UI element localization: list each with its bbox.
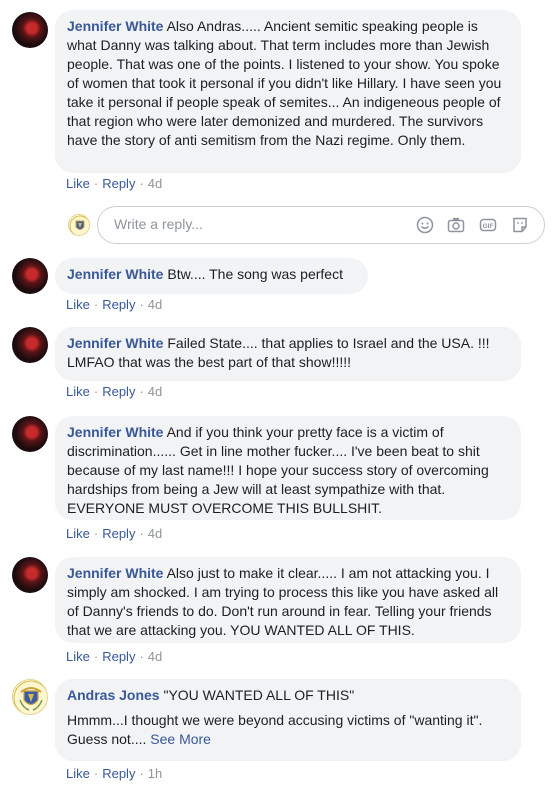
comment-author[interactable]: Jennifer White: [67, 424, 163, 440]
comment-author[interactable]: Jennifer White: [67, 18, 163, 34]
timestamp[interactable]: 4d: [148, 649, 162, 664]
comment-actions: Like · Reply · 4d: [66, 526, 163, 541]
previous-content-edge: [55, 0, 520, 2]
avatar[interactable]: [12, 12, 48, 48]
crest-icon: [13, 680, 47, 714]
like-link[interactable]: Like: [66, 176, 90, 191]
comment-bubble: Jennifer White And if you think your pre…: [55, 416, 521, 520]
comment-text: Btw.... The song was perfect: [167, 266, 343, 282]
reply-link[interactable]: Reply: [102, 649, 135, 664]
comment-text: Also Andras..... Ancient semitic speakin…: [67, 18, 502, 148]
sticker-icon[interactable]: [510, 215, 530, 235]
comment-actions: Like · Reply · 4d: [66, 297, 163, 312]
like-link[interactable]: Like: [66, 297, 90, 312]
gif-icon[interactable]: GIF: [478, 215, 498, 235]
avatar[interactable]: [12, 416, 48, 452]
comment-bubble: Jennifer White Also Andras..... Ancient …: [55, 10, 521, 173]
reply-link[interactable]: Reply: [102, 526, 135, 541]
reply-composer[interactable]: GIF: [97, 206, 545, 244]
comment-bubble: Jennifer White Btw.... The song was perf…: [55, 258, 368, 294]
timestamp[interactable]: 4d: [148, 384, 162, 399]
comment-actions: Like · Reply · 4d: [66, 384, 163, 399]
comment-author[interactable]: Andras Jones: [67, 687, 160, 703]
timestamp[interactable]: 4d: [148, 297, 162, 312]
comment-bubble: Andras Jones "YOU WANTED ALL OF THIS" Hm…: [55, 679, 521, 761]
reply-link[interactable]: Reply: [102, 176, 135, 191]
comment-actions: Like · Reply · 4d: [66, 649, 163, 664]
current-user-avatar: [68, 214, 90, 236]
comment-author[interactable]: Jennifer White: [67, 565, 163, 581]
comment-actions: Like · Reply · 1h: [66, 766, 163, 781]
reply-link[interactable]: Reply: [102, 384, 135, 399]
like-link[interactable]: Like: [66, 384, 90, 399]
avatar[interactable]: [12, 327, 48, 363]
comment-text-continued: Hmmm...I thought we were beyond accusing…: [67, 712, 483, 747]
timestamp[interactable]: 4d: [148, 526, 162, 541]
like-link[interactable]: Like: [66, 526, 90, 541]
like-link[interactable]: Like: [66, 766, 90, 781]
timestamp[interactable]: 4d: [148, 176, 162, 191]
avatar[interactable]: [12, 258, 48, 294]
comment-author[interactable]: Jennifer White: [67, 266, 163, 282]
comment-text: "YOU WANTED ALL OF THIS": [163, 687, 355, 703]
crest-icon: [69, 215, 89, 235]
timestamp[interactable]: 1h: [148, 766, 162, 781]
reply-link[interactable]: Reply: [102, 297, 135, 312]
emoji-icon[interactable]: [415, 215, 435, 235]
reply-link[interactable]: Reply: [102, 766, 135, 781]
comment-actions: Like · Reply · 4d: [66, 176, 163, 191]
comment-bubble: Jennifer White Failed State.... that app…: [55, 327, 521, 381]
comment-bubble: Jennifer White Also just to make it clea…: [55, 557, 521, 643]
like-link[interactable]: Like: [66, 649, 90, 664]
avatar[interactable]: [12, 557, 48, 593]
svg-text:GIF: GIF: [483, 223, 494, 230]
avatar[interactable]: [12, 679, 48, 715]
camera-icon[interactable]: [446, 215, 466, 235]
comment-author[interactable]: Jennifer White: [67, 335, 163, 351]
reply-input[interactable]: [112, 215, 396, 233]
see-more-link[interactable]: See More: [150, 731, 211, 747]
